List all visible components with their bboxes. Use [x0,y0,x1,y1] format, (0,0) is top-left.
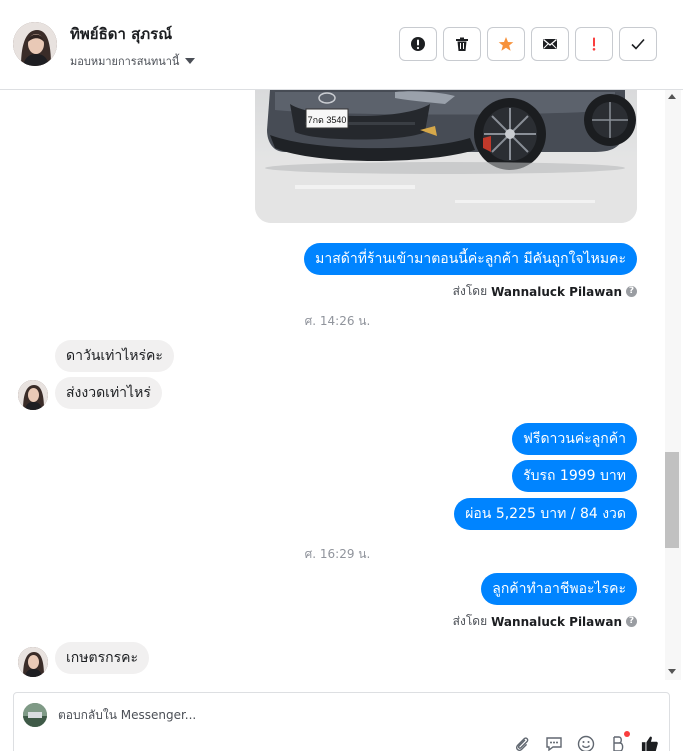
send-like-button[interactable] [641,735,659,751]
outgoing-message[interactable]: ลูกค้าทำอาชีพอะไรคะ [481,573,637,605]
emoji-button[interactable] [577,735,595,751]
saved-replies-button[interactable] [545,735,563,751]
assign-conversation-dropdown[interactable]: มอบหมายการสนทนานี้ [70,52,196,70]
message-thread: 7กด 3540 มาสด้าที่ร้านเข้ามาตอนนี้ค่ะลูก… [0,90,665,680]
message-timestamp: ศ. 16:29 น. [304,547,371,561]
car-photo-attachment[interactable]: 7กด 3540 [255,90,637,223]
emoji-icon [577,735,595,751]
conversation-header: ทิพย์ธิดา สุภรณ์ มอบหมายการสนทนานี้ [0,0,683,90]
sent-by-label: ส่งโดย Wannaluck Pilawan ? [453,282,637,301]
outgoing-message[interactable]: ผ่อน 5,225 บาท / 84 งวด [454,498,637,530]
checkmark-icon [631,38,645,50]
scrollbar-thumb[interactable] [665,452,679,548]
notification-dot [624,731,630,737]
contact-avatar-small [18,380,48,410]
exclamation-icon [592,37,596,51]
bot-icon [613,736,624,751]
help-icon[interactable]: ? [626,616,637,627]
outgoing-message[interactable]: ฟรีดาวนค่ะลูกค้า [512,423,637,455]
sent-by-prefix: ส่งโดย [452,284,488,298]
mark-unread-button[interactable] [531,27,569,61]
scroll-up-arrow-icon[interactable] [668,94,676,99]
outgoing-message[interactable]: รับรถ 1999 บาท [512,460,637,492]
incoming-message[interactable]: ส่งงวดเท่าไหร่ [55,377,162,409]
sent-by-name: Wannaluck Pilawan [491,614,622,629]
reply-input[interactable] [58,705,578,725]
license-plate-text: 7กด 3540 [308,115,347,125]
scroll-down-arrow-icon[interactable] [668,669,676,674]
message-timestamp: ศ. 14:26 น. [304,314,371,328]
envelope-icon [543,39,557,49]
sent-by-prefix: ส่งโดย [452,614,488,628]
alert-circle-icon [411,37,425,51]
assign-label: มอบหมายการสนทนานี้ [70,55,180,68]
delete-button[interactable] [443,27,481,61]
reply-composer [13,692,670,751]
caret-down-icon [185,58,196,64]
paperclip-icon [515,737,529,751]
thumbs-up-icon [641,736,658,751]
star-icon [498,37,514,51]
contact-avatar-small [18,647,48,677]
help-icon[interactable]: ? [626,286,637,297]
follow-up-button[interactable] [575,27,613,61]
incoming-message[interactable]: ดาวันเท่าไหร่คะ [55,340,174,372]
contact-avatar[interactable] [13,22,57,66]
trash-icon [456,37,468,51]
contact-name: ทิพย์ธิดา สุภรณ์ [70,25,173,43]
incoming-message[interactable]: เกษตรกรคะ [55,642,149,674]
outgoing-message[interactable]: มาสด้าที่ร้านเข้ามาตอนนี้ค่ะลูกค้า มีคัน… [304,243,637,275]
saved-reply-icon [546,737,562,751]
page-avatar [23,703,47,727]
mark-spam-button[interactable] [399,27,437,61]
bot-button[interactable] [609,731,630,751]
conversation-toolbar [399,27,657,61]
sent-by-label: ส่งโดย Wannaluck Pilawan ? [453,612,637,631]
attach-file-button[interactable] [513,735,531,751]
mark-done-button[interactable] [619,27,657,61]
composer-toolbar [513,731,659,751]
star-button[interactable] [487,27,525,61]
thread-scrollbar[interactable] [665,90,681,680]
sent-by-name: Wannaluck Pilawan [491,284,622,299]
